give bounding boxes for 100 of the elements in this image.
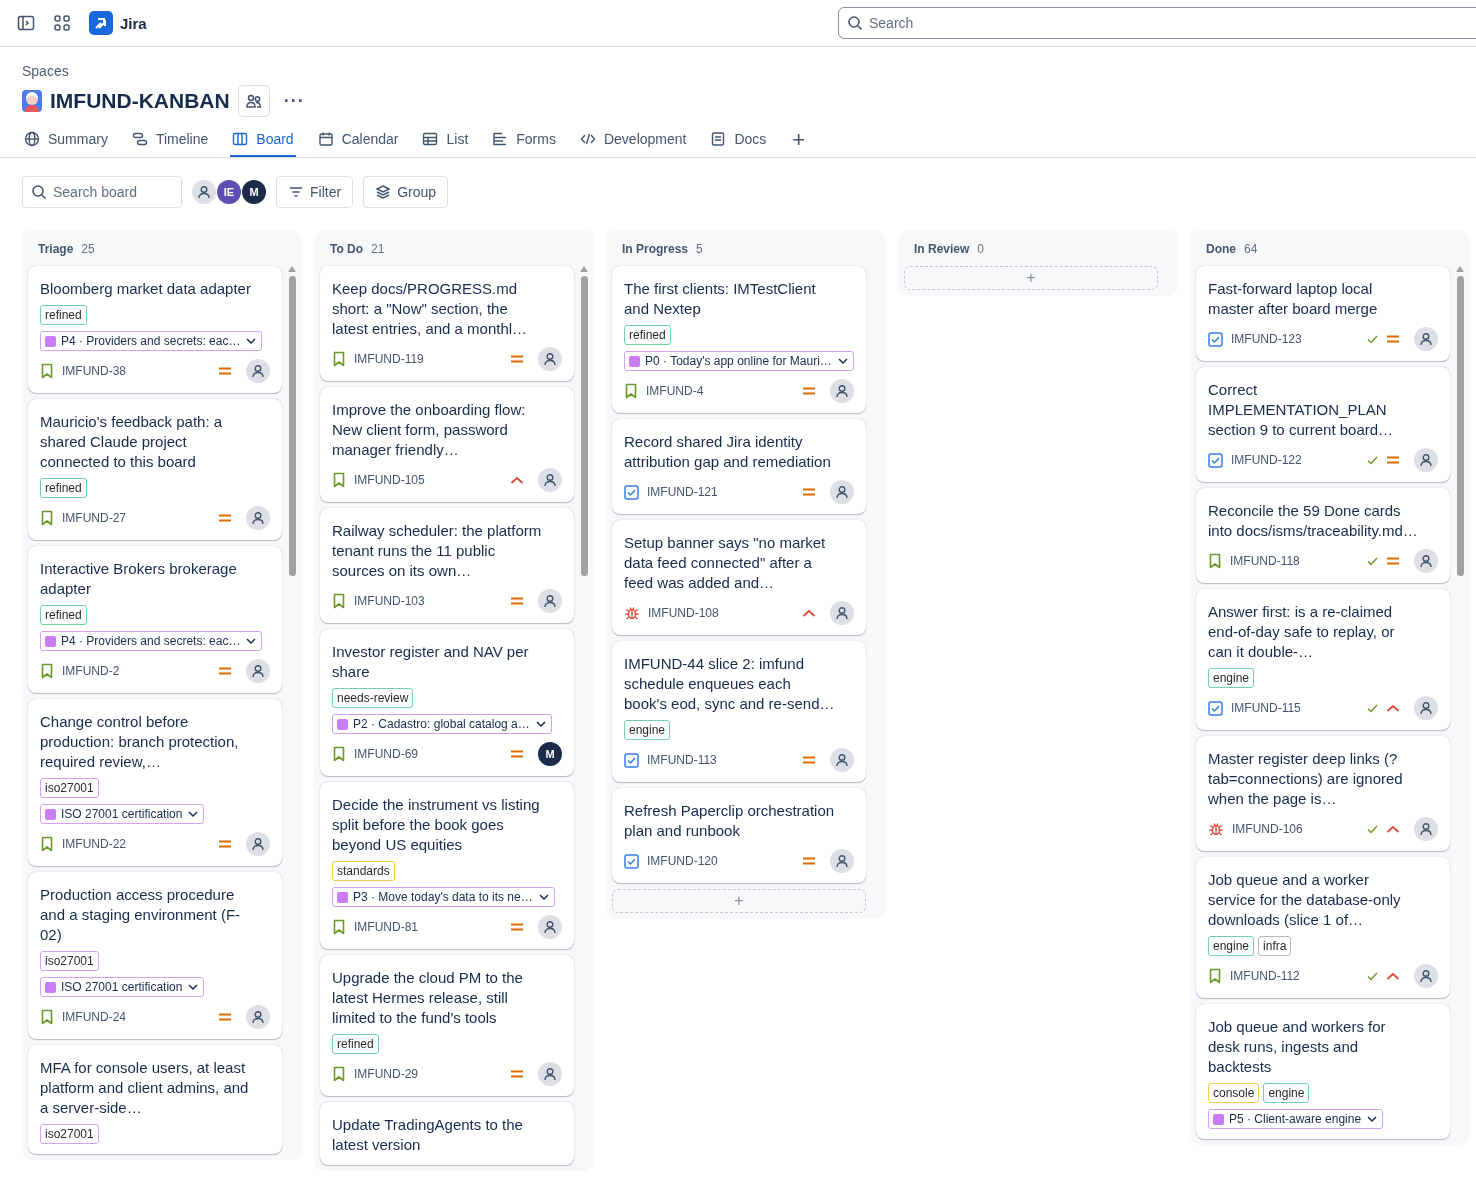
issue-key[interactable]: IMFUND-108 [648, 606, 719, 620]
issue-card[interactable]: Correct IMPLEMENTATION_PLAN section 9 to current board… IMFUND-122 [1196, 367, 1450, 482]
jira-logo-icon[interactable] [89, 11, 113, 35]
user-avatar[interactable] [192, 180, 216, 204]
nav-tab[interactable]: Timeline [129, 123, 211, 157]
issue-card[interactable]: Mauricio's feedback path: a shared Claude project connected to this board refined IMFUND-27 [28, 399, 282, 540]
issue-key[interactable]: IMFUND-112 [1230, 969, 1300, 983]
search-field[interactable]: Search [838, 7, 1476, 39]
epic-dropdown[interactable]: P4 · Providers and secrets: eac… [40, 631, 263, 651]
assignee-avatar[interactable] [1414, 448, 1438, 472]
assignee-avatar[interactable] [246, 359, 270, 383]
assignee-avatar[interactable] [246, 832, 270, 856]
issue-key[interactable]: IMFUND-103 [354, 594, 425, 608]
nav-tab[interactable]: Docs [708, 123, 769, 157]
assignee-avatar[interactable] [1414, 327, 1438, 351]
issue-card[interactable]: Job queue and a worker service for the database-only downloads (slice 1 of… engine infra IMFUND-112 [1196, 857, 1450, 998]
assignee-avatar[interactable] [246, 506, 270, 530]
issue-card[interactable]: Answer first: is a re-claimed end-of-day safe to replay, or can it double-… engine IMFUND-115 [1196, 589, 1450, 730]
issue-card[interactable]: Job queue and workers for desk runs, ingests and backtests console engine P5 · Client-aware engine [1196, 1004, 1450, 1139]
issue-card[interactable]: Bloomberg market data adapter refined P4 · Providers and secrets: eac… IMFUND-38 [28, 266, 282, 393]
issue-card[interactable]: The first clients: IMTestClient and Nextep refined P0 · Today's app online for Mauri… IMFUND-4 [612, 266, 866, 413]
epic-dropdown[interactable]: P4 · Providers and secrets: eac… [40, 331, 263, 351]
people-button[interactable] [237, 85, 270, 117]
epic-dropdown[interactable]: P3 · Move today's data to its ne… [332, 887, 555, 907]
nav-tab[interactable]: Development [577, 123, 689, 157]
epic-dropdown[interactable]: ISO 27001 certification [40, 804, 205, 824]
nav-tab[interactable]: Board [230, 123, 296, 157]
assignee-avatar[interactable] [538, 468, 562, 492]
user-avatar[interactable]: IE [217, 180, 241, 204]
issue-card[interactable]: Setup banner says "no market data feed connected" after a feed was added and… IMFUND-108 [612, 520, 866, 635]
app-grid-icon[interactable] [53, 14, 71, 32]
nav-tab[interactable]: Calendar [315, 123, 401, 157]
assignee-avatar[interactable]: M [538, 742, 562, 766]
issue-card[interactable]: Fast-forward laptop local master after board merge IMFUND-123 [1196, 266, 1450, 361]
assignee-avatar[interactable] [1414, 817, 1438, 841]
issue-key[interactable]: IMFUND-24 [62, 1010, 126, 1024]
issue-key[interactable]: IMFUND-29 [354, 1067, 418, 1081]
issue-card[interactable]: Refresh Paperclip orchestration plan and runbook IMFUND-120 [612, 788, 866, 883]
epic-dropdown[interactable]: P5 · Client-aware engine [1208, 1109, 1384, 1129]
product-name[interactable]: Jira [120, 14, 147, 32]
nav-tab[interactable]: List [420, 123, 471, 157]
issue-card[interactable]: MFA for console users, at least platform and client admins, and a server-side… iso27001 [28, 1045, 282, 1154]
assignee-avatar[interactable] [538, 915, 562, 939]
assignee-avatar[interactable] [1414, 549, 1438, 573]
add-tab-button[interactable]: + [788, 129, 810, 151]
sidebar-toggle-icon[interactable] [17, 14, 35, 32]
assignee-avatar[interactable] [538, 589, 562, 613]
issue-key[interactable]: IMFUND-38 [62, 364, 126, 378]
issue-key[interactable]: IMFUND-119 [354, 352, 424, 366]
issue-card[interactable]: Production access procedure and a staging environment (F-02) iso27001 ISO 27001 certification IMFUND-24 [28, 872, 282, 1039]
epic-dropdown[interactable]: P2 · Cadastro: global catalog a… [332, 714, 552, 734]
epic-dropdown[interactable]: ISO 27001 certification [40, 977, 205, 997]
nav-tab[interactable]: Forms [490, 123, 558, 157]
assignee-avatar[interactable] [246, 1005, 270, 1029]
issue-key[interactable]: IMFUND-123 [1231, 332, 1302, 346]
issue-key[interactable]: IMFUND-118 [1230, 554, 1300, 568]
breadcrumb[interactable]: Spaces [22, 63, 1476, 79]
assignee-avatar[interactable] [538, 1062, 562, 1086]
issue-key[interactable]: IMFUND-115 [1231, 701, 1301, 715]
assignee-avatar[interactable] [830, 480, 854, 504]
issue-key[interactable]: IMFUND-113 [647, 753, 717, 767]
issue-key[interactable]: IMFUND-2 [62, 664, 120, 678]
user-avatar[interactable]: M [242, 180, 266, 204]
issue-card[interactable]: Keep docs/PROGRESS.md short: a "Now" section, the latest entries, and a monthl… IMFUND-119 [320, 266, 574, 381]
issue-key[interactable]: IMFUND-4 [646, 384, 704, 398]
issue-card[interactable]: Change control before production: branch protection, required review,… iso27001 ISO 27001 certification IMFUND-22 [28, 699, 282, 866]
assignee-avatar[interactable] [830, 379, 854, 403]
assignee-avatar[interactable] [1414, 696, 1438, 720]
nav-tab[interactable]: Summary [22, 123, 110, 157]
assignee-avatar[interactable] [830, 601, 854, 625]
issue-card[interactable]: Investor register and NAV per share needs-review P2 · Cadastro: global catalog a… IMFUND-69 M [320, 629, 574, 776]
issue-card[interactable]: Record shared Jira identity attribution gap and remediation IMFUND-121 [612, 419, 866, 514]
issue-card[interactable]: Decide the instrument vs listing split before the book goes beyond US equities standards P3 · Move today's data to its ne… IMFUND-81 [320, 782, 574, 949]
assignee-avatar[interactable] [1414, 964, 1438, 988]
toolbar-button[interactable]: Group [363, 176, 449, 208]
more-button[interactable]: ··· [277, 90, 311, 112]
assignee-avatar[interactable] [830, 849, 854, 873]
issue-card[interactable]: Improve the onboarding flow: New client form, password manager friendly… IMFUND-105 [320, 387, 574, 502]
issue-key[interactable]: IMFUND-122 [1231, 453, 1302, 467]
assignee-avatar[interactable] [246, 659, 270, 683]
issue-key[interactable]: IMFUND-105 [354, 473, 425, 487]
issue-card[interactable]: IMFUND-44 slice 2: imfund schedule enqueues each book's eod, sync and re-send… engine IMFUND-113 [612, 641, 866, 782]
issue-card[interactable]: Master register deep links (?tab=connections) are ignored when the page is… IMFUND-106 [1196, 736, 1450, 851]
issue-key[interactable]: IMFUND-81 [354, 920, 418, 934]
issue-card[interactable]: Update TradingAgents to the latest version [320, 1102, 574, 1165]
search-board-field[interactable]: Search board [22, 176, 182, 208]
issue-key[interactable]: IMFUND-27 [62, 511, 126, 525]
issue-card[interactable]: Reconcile the 59 Done cards into docs/isms/traceability.md… IMFUND-118 [1196, 488, 1450, 583]
issue-key[interactable]: IMFUND-22 [62, 837, 126, 851]
issue-card[interactable]: Interactive Brokers brokerage adapter refined P4 · Providers and secrets: eac… IMFUND-2 [28, 546, 282, 693]
issue-card[interactable]: Upgrade the cloud PM to the latest Hermes release, still limited to the fund's tools refined IMFUND-29 [320, 955, 574, 1096]
epic-dropdown[interactable]: P0 · Today's app online for Mauri… [624, 351, 854, 371]
issue-key[interactable]: IMFUND-69 [354, 747, 418, 761]
issue-card[interactable]: Railway scheduler: the platform tenant runs the 11 public sources on its own… IMFUND-103 [320, 508, 574, 623]
assignee-avatar[interactable] [538, 347, 562, 371]
toolbar-button[interactable]: Filter [276, 176, 354, 208]
issue-key[interactable]: IMFUND-121 [647, 485, 718, 499]
issue-key[interactable]: IMFUND-120 [647, 854, 718, 868]
issue-key[interactable]: IMFUND-106 [1232, 822, 1303, 836]
assignee-avatar[interactable] [830, 748, 854, 772]
